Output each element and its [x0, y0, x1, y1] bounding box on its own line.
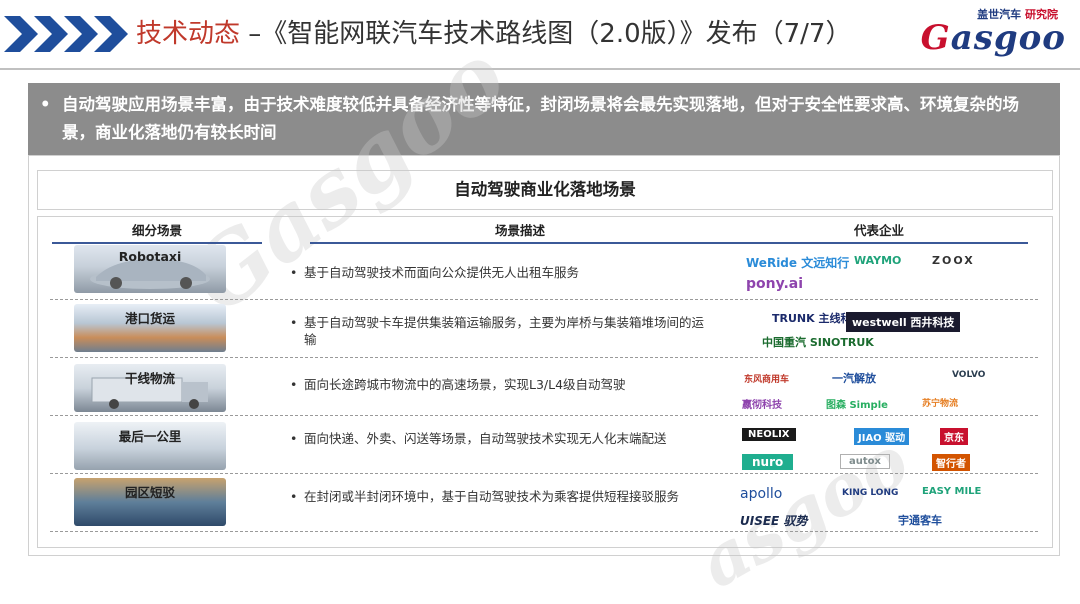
company-logo: pony.ai — [746, 276, 804, 292]
company-logo: 东风商用车 — [744, 375, 790, 385]
scene-description: • 基于自动驾驶卡车提供集装箱运输服务，主要为岸桥与集装箱堆场间的运输 — [290, 315, 705, 347]
scene-image-robotaxi: Robotaxi — [74, 245, 226, 293]
scene-label: 港口货运 — [124, 311, 175, 326]
col-header-description: 场景描述 — [310, 220, 730, 244]
company-logo: EASY MILE — [922, 486, 982, 497]
scene-label: 最后一公里 — [118, 429, 182, 444]
company-logo: NEOLIX — [742, 428, 796, 441]
col-header-scene: 细分场景 — [52, 220, 262, 244]
company-logo: nuro — [742, 454, 794, 470]
table-row: 港口货运 • 基于自动驾驶卡车提供集装箱运输服务，主要为岸桥与集装箱堆场间的运输 … — [50, 300, 1038, 358]
company-logo: 中国重汽 SINOTRUK — [762, 336, 874, 349]
gasgoo-logo: 盖世汽车 研究院 Gasgoo — [918, 6, 1068, 62]
table-row: 园区短驳 • 在封闭或半封闭环境中，基于自动驾驶技术为乘客提供短程接驳服务 apo… — [50, 474, 1038, 532]
company-logos: apollo KING LONG EASY MILE UISEE 驭势 宇通客车 — [736, 480, 1026, 536]
scene-description: • 面向长途跨城市物流中的高速场景，实现L3/L4级自动驾驶 — [290, 377, 626, 392]
table-row: 干线物流 • 面向长途跨城市物流中的高速场景，实现L3/L4级自动驾驶 东风商用车… — [50, 358, 1038, 416]
company-logos: 东风商用车 一汽解放 VOLVO 嬴彻科技 图森 Simple 苏宁物流 — [736, 362, 1026, 418]
scene-label: Robotaxi — [118, 249, 182, 264]
logo-wordmark: Gasgoo — [920, 18, 1066, 58]
scene-image-last-mile: 最后一公里 — [74, 422, 226, 470]
company-logo: autox — [840, 454, 890, 469]
table-row: Robotaxi • 基于自动驾驶技术而面向公众提供无人出租车服务 WeRide … — [50, 242, 1038, 300]
company-logo: 嬴彻科技 — [742, 400, 782, 411]
summary-banner: • 自动驾驶应用场景丰富，由于技术难度较低并具备经济性等特征，封闭场景将会最先实… — [28, 83, 1060, 155]
scene-image-park-shuttle: 园区短驳 — [74, 478, 226, 526]
banner-text: 自动驾驶应用场景丰富，由于技术难度较低并具备经济性等特征，封闭场景将会最先实现落… — [62, 95, 1019, 142]
scene-description: • 基于自动驾驶技术而面向公众提供无人出租车服务 — [290, 265, 580, 280]
section-title: 自动驾驶商业化落地场景 — [37, 170, 1053, 210]
banner-bullet: • — [40, 95, 51, 114]
row-separator — [50, 531, 1038, 532]
header-divider — [0, 68, 1080, 70]
company-logo: westwell 西井科技 — [846, 312, 961, 332]
slide-header: 技术动态 –《智能网联汽车技术路线图（2.0版）》发布（7/7） 盖世汽车 研究… — [0, 0, 1080, 72]
company-logo: ZOOX — [932, 254, 975, 267]
scene-label: 园区短驳 — [124, 485, 175, 500]
chevron-arrows-icon — [4, 16, 128, 52]
company-logo: 京东 — [940, 428, 968, 445]
company-logo: KING LONG — [842, 488, 899, 498]
page-title: 技术动态 –《智能网联汽车技术路线图（2.0版）》发布（7/7） — [136, 16, 851, 52]
scene-image-trunk-logistics: 干线物流 — [74, 364, 226, 412]
scene-description: • 在封闭或半封闭环境中，基于自动驾驶技术为乘客提供短程接驳服务 — [290, 489, 680, 504]
company-logo: apollo — [740, 486, 783, 502]
company-logos: NEOLIX JIAO 驱动 京东 nuro autox 智行者 — [736, 422, 1026, 478]
company-logo: 苏宁物流 — [922, 399, 959, 409]
company-logo: JIAO 驱动 — [854, 428, 910, 445]
company-logo: 宇通客车 — [898, 514, 942, 527]
scene-image-port: 港口货运 — [74, 304, 226, 352]
company-logo: 一汽解放 — [832, 372, 876, 385]
company-logo: WAYMO — [854, 254, 902, 267]
title-prefix: 技术动态 — [136, 19, 241, 49]
company-logos: WeRide 文远知行 WAYMO ZOOX pony.ai — [736, 246, 1026, 302]
company-logos: TRUNK 主线科技 westwell 西井科技 中国重汽 SINOTRUK — [736, 306, 1026, 362]
title-rest: –《智能网联汽车技术路线图（2.0版）》发布（7/7） — [240, 19, 852, 49]
company-logo: VOLVO — [952, 370, 986, 380]
company-logo: 智行者 — [932, 454, 970, 471]
company-logo: 图森 Simple — [826, 400, 888, 411]
scene-label: 干线物流 — [124, 371, 175, 386]
col-header-companies: 代表企业 — [730, 220, 1028, 244]
company-logo: WeRide 文远知行 — [746, 256, 850, 270]
table-row: 最后一公里 • 面向快递、外卖、闪送等场景，自动驾驶技术实现无人化末端配送 NEO… — [50, 416, 1038, 474]
company-logo: UISEE 驭势 — [740, 514, 808, 528]
scene-description: • 面向快递、外卖、闪送等场景，自动驾驶技术实现无人化末端配送 — [290, 431, 667, 446]
